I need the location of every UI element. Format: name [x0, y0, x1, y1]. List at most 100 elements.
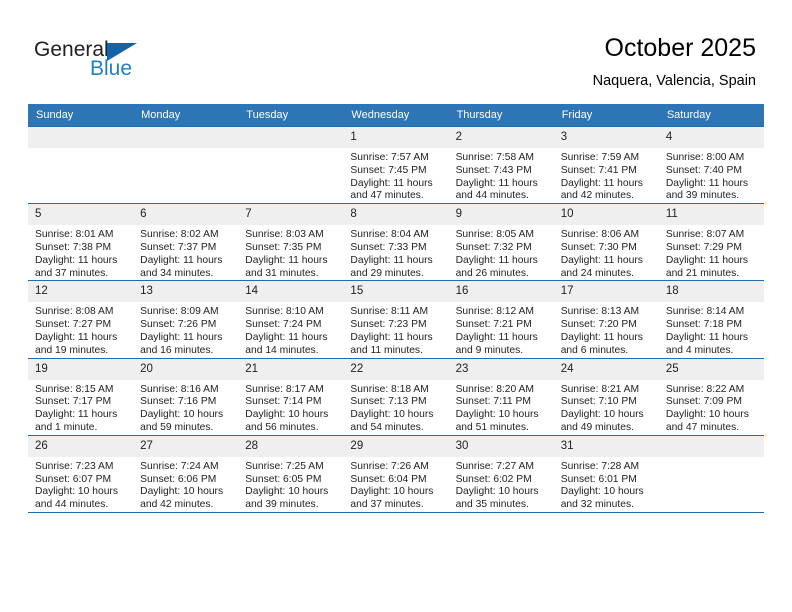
day-cell[interactable]: 16 Sunrise: 8:12 AM Sunset: 7:21 PM Dayl…	[448, 280, 554, 359]
day-number: 21	[238, 358, 344, 380]
day-cell[interactable]: 29 Sunrise: 7:26 AM Sunset: 6:04 PM Dayl…	[343, 434, 449, 513]
day-details: Sunrise: 8:09 AM Sunset: 7:26 PM Dayligh…	[133, 302, 238, 357]
day-details: Sunrise: 8:11 AM Sunset: 7:23 PM Dayligh…	[343, 302, 448, 357]
sunrise-text: Sunrise: 8:20 AM	[455, 383, 534, 395]
sunset-text: Sunset: 7:20 PM	[560, 319, 637, 331]
calendar-page: General Blue October 2025 Naquera, Valen…	[0, 0, 792, 612]
day-number	[133, 127, 239, 148]
day-number: 23	[448, 358, 554, 380]
day-number: 10	[553, 204, 659, 226]
day-cell[interactable]	[28, 125, 134, 204]
sunset-text: Sunset: 7:35 PM	[245, 241, 322, 253]
weekday-header-wednesday: Wednesday	[343, 104, 449, 127]
day-details: Sunrise: 8:15 AM Sunset: 7:17 PM Dayligh…	[28, 380, 133, 435]
sunset-text: Sunset: 7:33 PM	[350, 241, 427, 253]
day-details: Sunrise: 7:59 AM Sunset: 7:41 PM Dayligh…	[554, 148, 659, 203]
day-details: Sunrise: 8:04 AM Sunset: 7:33 PM Dayligh…	[343, 225, 448, 280]
day-cell[interactable]: 2 Sunrise: 7:58 AM Sunset: 7:43 PM Dayli…	[448, 125, 554, 204]
day-cell[interactable]: 10 Sunrise: 8:06 AM Sunset: 7:30 PM Dayl…	[553, 203, 659, 281]
day-cell[interactable]: 20 Sunrise: 8:16 AM Sunset: 7:16 PM Dayl…	[133, 357, 239, 436]
day-cell[interactable]: 19 Sunrise: 8:15 AM Sunset: 7:17 PM Dayl…	[28, 357, 134, 436]
day-cell[interactable]: 17 Sunrise: 8:13 AM Sunset: 7:20 PM Dayl…	[553, 280, 659, 359]
sunrise-text: Sunrise: 7:24 AM	[140, 460, 219, 472]
day-details	[659, 457, 764, 461]
sunrise-text: Sunrise: 8:12 AM	[455, 306, 534, 318]
sunset-text: Sunset: 6:04 PM	[350, 473, 427, 485]
daylight-text-line2: and 34 minutes.	[140, 267, 214, 279]
daylight-text-line1: Daylight: 10 hours	[140, 409, 224, 421]
calendar-week-row: 19 Sunrise: 8:15 AM Sunset: 7:17 PM Dayl…	[28, 357, 764, 436]
day-cell[interactable]	[133, 125, 239, 204]
weekday-header-thursday: Thursday	[448, 104, 554, 127]
daylight-text-line2: and 26 minutes.	[455, 267, 529, 279]
daylight-text-line2: and 4 minutes.	[665, 344, 734, 356]
day-details: Sunrise: 8:03 AM Sunset: 7:35 PM Dayligh…	[238, 225, 343, 280]
day-cell[interactable]	[658, 434, 764, 513]
day-number: 8	[343, 204, 449, 226]
daylight-text-line1: Daylight: 11 hours	[35, 409, 118, 421]
day-cell[interactable]: 23 Sunrise: 8:20 AM Sunset: 7:11 PM Dayl…	[448, 357, 554, 436]
sunset-text: Sunset: 6:01 PM	[560, 473, 637, 485]
sunset-text: Sunset: 7:11 PM	[455, 396, 531, 408]
day-details: Sunrise: 8:14 AM Sunset: 7:18 PM Dayligh…	[659, 302, 764, 357]
day-cell[interactable]: 1 Sunrise: 7:57 AM Sunset: 7:45 PM Dayli…	[343, 125, 449, 204]
day-details: Sunrise: 8:20 AM Sunset: 7:11 PM Dayligh…	[449, 380, 554, 435]
day-cell[interactable]: 28 Sunrise: 7:25 AM Sunset: 6:05 PM Dayl…	[238, 434, 344, 513]
day-cell[interactable]: 24 Sunrise: 8:21 AM Sunset: 7:10 PM Dayl…	[553, 357, 659, 436]
day-number: 15	[343, 281, 449, 303]
day-number: 13	[133, 281, 239, 303]
day-cell[interactable]: 12 Sunrise: 8:08 AM Sunset: 7:27 PM Dayl…	[28, 280, 134, 359]
day-number: 2	[448, 127, 554, 148]
sunrise-text: Sunrise: 7:27 AM	[455, 460, 534, 472]
day-cell[interactable]: 4 Sunrise: 8:00 AM Sunset: 7:40 PM Dayli…	[658, 125, 764, 204]
title-block: October 2025 Naquera, Valencia, Spain	[593, 33, 756, 91]
page-title: October 2025	[604, 34, 757, 62]
day-cell[interactable]: 27 Sunrise: 7:24 AM Sunset: 6:06 PM Dayl…	[133, 434, 239, 513]
daylight-text-line1: Daylight: 11 hours	[560, 331, 643, 343]
day-number: 7	[238, 204, 344, 226]
day-cell[interactable]: 11 Sunrise: 8:07 AM Sunset: 7:29 PM Dayl…	[658, 203, 764, 281]
sunset-text: Sunset: 6:05 PM	[245, 473, 322, 485]
day-cell[interactable]: 22 Sunrise: 8:18 AM Sunset: 7:13 PM Dayl…	[343, 357, 449, 436]
sunset-text: Sunset: 7:09 PM	[665, 396, 742, 408]
day-cell[interactable]	[238, 125, 344, 204]
day-cell[interactable]: 9 Sunrise: 8:05 AM Sunset: 7:32 PM Dayli…	[448, 203, 554, 281]
day-details: Sunrise: 8:02 AM Sunset: 7:37 PM Dayligh…	[133, 225, 238, 280]
daylight-text-line1: Daylight: 10 hours	[140, 486, 224, 498]
day-number	[28, 127, 134, 148]
day-details	[133, 148, 238, 152]
day-details: Sunrise: 8:12 AM Sunset: 7:21 PM Dayligh…	[449, 302, 554, 357]
day-number: 17	[553, 281, 659, 303]
sunrise-text: Sunrise: 8:21 AM	[560, 383, 640, 395]
day-cell[interactable]: 21 Sunrise: 8:17 AM Sunset: 7:14 PM Dayl…	[238, 357, 344, 436]
day-cell[interactable]: 13 Sunrise: 8:09 AM Sunset: 7:26 PM Dayl…	[133, 280, 239, 359]
calendar-week-row: 26 Sunrise: 7:23 AM Sunset: 6:07 PM Dayl…	[28, 434, 764, 513]
day-cell[interactable]: 8 Sunrise: 8:04 AM Sunset: 7:33 PM Dayli…	[343, 203, 449, 281]
day-details: Sunrise: 7:58 AM Sunset: 7:43 PM Dayligh…	[449, 148, 554, 203]
daylight-text-line1: Daylight: 10 hours	[350, 409, 434, 421]
day-cell[interactable]: 31 Sunrise: 7:28 AM Sunset: 6:01 PM Dayl…	[553, 434, 659, 513]
day-cell[interactable]: 3 Sunrise: 7:59 AM Sunset: 7:41 PM Dayli…	[553, 125, 659, 204]
daylight-text-line1: Daylight: 11 hours	[140, 254, 223, 266]
day-cell[interactable]: 5 Sunrise: 8:01 AM Sunset: 7:38 PM Dayli…	[28, 203, 134, 281]
day-details: Sunrise: 8:13 AM Sunset: 7:20 PM Dayligh…	[554, 302, 659, 357]
day-number: 19	[28, 358, 134, 380]
general-blue-logo[interactable]: General Blue	[34, 38, 214, 86]
daylight-text-line2: and 37 minutes.	[350, 499, 424, 511]
sunset-text: Sunset: 7:17 PM	[35, 396, 112, 408]
day-cell[interactable]: 7 Sunrise: 8:03 AM Sunset: 7:35 PM Dayli…	[238, 203, 344, 281]
day-cell[interactable]: 26 Sunrise: 7:23 AM Sunset: 6:07 PM Dayl…	[28, 434, 134, 513]
day-number: 29	[343, 435, 449, 457]
day-cell[interactable]: 6 Sunrise: 8:02 AM Sunset: 7:37 PM Dayli…	[133, 203, 239, 281]
sunset-text: Sunset: 7:29 PM	[665, 241, 742, 253]
daylight-text-line2: and 24 minutes.	[560, 267, 634, 279]
day-cell[interactable]: 30 Sunrise: 7:27 AM Sunset: 6:02 PM Dayl…	[448, 434, 554, 513]
day-cell[interactable]: 14 Sunrise: 8:10 AM Sunset: 7:24 PM Dayl…	[238, 280, 344, 359]
daylight-text-line2: and 44 minutes.	[35, 499, 109, 511]
day-cell[interactable]: 15 Sunrise: 8:11 AM Sunset: 7:23 PM Dayl…	[343, 280, 449, 359]
daylight-text-line2: and 51 minutes.	[455, 421, 529, 433]
day-number: 6	[133, 204, 239, 226]
sunrise-text: Sunrise: 8:22 AM	[665, 383, 745, 395]
day-cell[interactable]: 25 Sunrise: 8:22 AM Sunset: 7:09 PM Dayl…	[658, 357, 764, 436]
day-cell[interactable]: 18 Sunrise: 8:14 AM Sunset: 7:18 PM Dayl…	[658, 280, 764, 359]
